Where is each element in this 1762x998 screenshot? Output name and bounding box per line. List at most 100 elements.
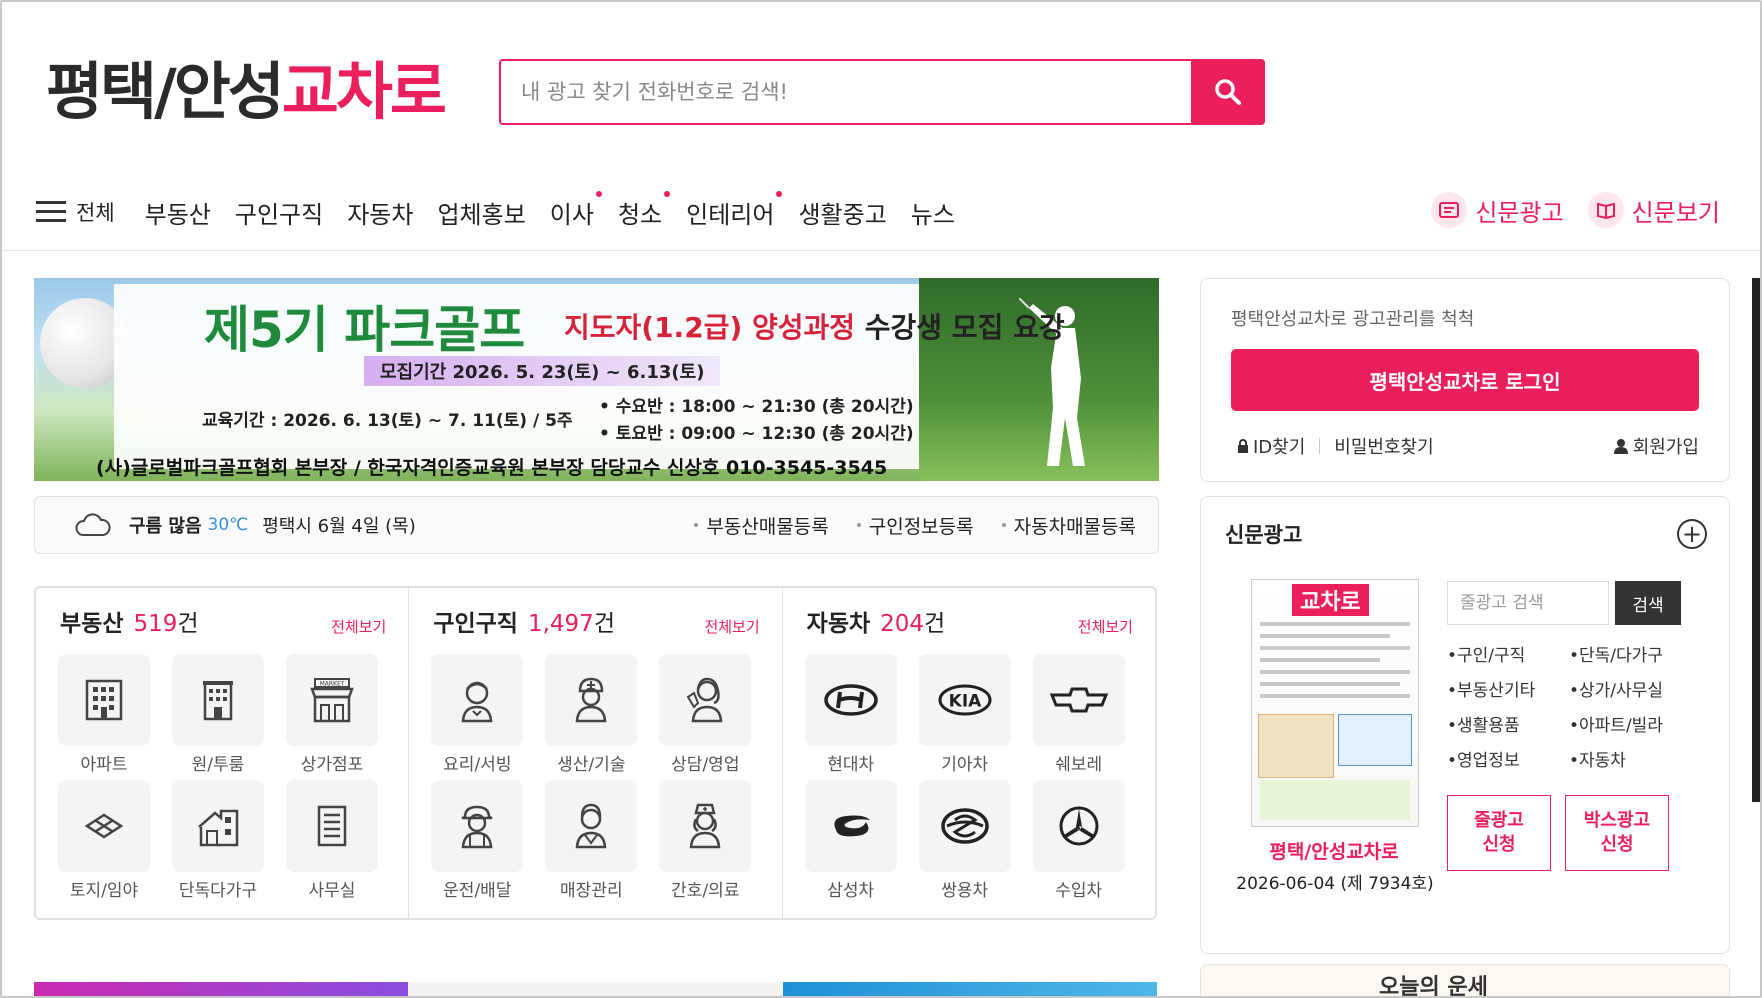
banner-subtitle: 지도자(1.2급) 양성과정 수강생 모집 요강 — [564, 311, 1065, 344]
category-item-hyundai[interactable]: 현대차 — [804, 654, 897, 775]
newspaper-view-label: 신문보기 — [1631, 198, 1720, 227]
category-item-production[interactable]: 생산/기술 — [545, 654, 638, 775]
fortune-title: 오늘의 운세 — [1379, 975, 1488, 998]
land-icon — [84, 813, 124, 839]
svg-text:MARKET: MARKET — [320, 681, 345, 688]
nav-item-realestate[interactable]: 부동산 — [145, 195, 211, 230]
view-all-link[interactable]: 전체보기 — [331, 616, 386, 637]
newspaper-ads-title: 신문광고 — [1225, 523, 1303, 547]
nav-item-jobs[interactable]: 구인구직 — [235, 195, 323, 230]
nav-item-cleaning[interactable]: 청소 — [618, 190, 671, 230]
new-dot — [664, 190, 671, 197]
banner-period: 모집기간 2026. 5. 23(토) ~ 6.13(토) — [364, 356, 721, 386]
line-ad-search-input[interactable] — [1447, 581, 1609, 625]
category-item-kia[interactable]: KIA 기아차 — [918, 654, 1011, 775]
ad-category-item[interactable]: •아파트/빌라 — [1569, 711, 1691, 736]
all-menu-label: 전체 — [76, 201, 115, 225]
weather-temp: 30℃ — [207, 515, 249, 535]
driver-icon — [461, 805, 493, 849]
search-input[interactable] — [501, 61, 1191, 123]
apartment-icon — [85, 679, 123, 721]
register-car-link[interactable]: 자동차매물등록 — [1001, 512, 1136, 539]
book-icon — [1587, 192, 1624, 228]
view-all-link[interactable]: 전체보기 — [704, 616, 759, 637]
ssangyong-icon — [940, 808, 989, 844]
category-item-chevrolet[interactable]: 쉐보레 — [1032, 654, 1125, 775]
category-item-store[interactable]: MARKET 상가점포 — [286, 654, 378, 775]
line-ad-search-button[interactable]: 검색 — [1615, 581, 1681, 625]
nurse-icon — [689, 803, 721, 849]
category-item-cook[interactable]: 요리/서빙 — [431, 654, 524, 775]
divider — [1319, 438, 1321, 454]
nav-item-used[interactable]: 생활중고 — [798, 195, 886, 230]
search-bar — [499, 59, 1265, 125]
view-all-link[interactable]: 전체보기 — [1078, 616, 1133, 637]
category-item-ssangyong[interactable]: 쌍용차 — [918, 780, 1011, 901]
search-button[interactable] — [1191, 59, 1265, 125]
category-item-driver[interactable]: 운전/배달 — [431, 780, 524, 901]
building-icon — [203, 681, 233, 721]
category-header: 구인구직 1,497건 — [433, 611, 615, 637]
scrollbar[interactable] — [1752, 278, 1760, 802]
thumb-logo: 교차로 — [1292, 584, 1369, 616]
register-job-link[interactable]: 구인정보등록 — [856, 512, 974, 539]
category-item-sales[interactable]: 상담/영업 — [659, 654, 752, 775]
fortune-box[interactable]: 오늘의 운세 — [1200, 964, 1730, 998]
site-logo[interactable]: 평택/안성교차로 — [46, 52, 447, 132]
market-icon: MARKET — [310, 678, 354, 723]
ad-category-item[interactable]: •자동차 — [1569, 746, 1691, 771]
login-tagline: 평택안성교차로 광고관리를 척척 — [1231, 309, 1475, 330]
newspaper-ads-box: 신문광고 + 교차로 평택/안성교차로 2026-06-04 (제 7934호)… — [1200, 496, 1730, 954]
login-box: 평택안성교차로 광고관리를 척척 평택안성교차로 로그인 ID찾기 비밀번호찾기… — [1200, 278, 1730, 482]
find-id-link[interactable]: ID찾기 — [1253, 433, 1305, 459]
plus-icon[interactable]: + — [1677, 519, 1707, 549]
category-item-office[interactable]: 사무실 — [286, 780, 378, 901]
category-item-store-manager[interactable]: 매장관리 — [545, 780, 638, 901]
category-item-house[interactable]: 단독다가구 — [172, 780, 264, 901]
ad-category-item[interactable]: •생활용품 — [1447, 711, 1569, 736]
menu-icon — [36, 201, 66, 223]
cook-icon — [461, 681, 493, 723]
bottom-banners[interactable] — [34, 982, 1157, 996]
newspaper-icon — [1431, 192, 1468, 228]
category-item-samsung[interactable]: 삼성차 — [804, 780, 897, 901]
header-divider — [2, 250, 1760, 251]
line-ad-apply-button[interactable]: 줄광고 신청 — [1447, 795, 1551, 871]
ad-category-item[interactable]: •부동산기타 — [1447, 676, 1569, 701]
new-dot — [776, 190, 783, 197]
find-password-link[interactable]: 비밀번호찾기 — [1334, 433, 1433, 459]
ad-category-item[interactable]: •단독/다가구 — [1569, 641, 1691, 666]
nav-item-moving[interactable]: 이사 — [550, 190, 602, 230]
box-ad-apply-button[interactable]: 박스광고 신청 — [1565, 795, 1669, 871]
category-realestate: 부동산519건 전체보기 아파트 원/투룸 MARKET 상가점포 토지/임야 — [36, 588, 410, 918]
all-menu-button[interactable]: 전체 — [36, 197, 115, 227]
nav-item-business[interactable]: 업체홍보 — [437, 195, 525, 230]
register-realestate-link[interactable]: 부동산매물등록 — [694, 512, 829, 539]
nav-item-cars[interactable]: 자동차 — [347, 195, 413, 230]
join-label: 회원가입 — [1632, 437, 1699, 458]
category-item-land[interactable]: 토지/임야 — [58, 780, 150, 901]
ad-banner[interactable]: 제5기 파크골프 지도자(1.2급) 양성과정 수강생 모집 요강 모집기간 2… — [34, 278, 1159, 481]
weather-condition: 구름 많음 — [129, 516, 202, 537]
newspaper-name[interactable]: 평택/안성교차로 — [1231, 837, 1437, 864]
nav-item-news[interactable]: 뉴스 — [911, 195, 955, 230]
weather-place: 평택시 6월 4일 (목) — [262, 516, 416, 537]
category-item-import[interactable]: 수입차 — [1032, 780, 1125, 901]
join-link[interactable]: 회원가입 — [1613, 433, 1699, 459]
weather-bar: 구름 많음 30℃ 평택시 6월 4일 (목) 부동산매물등록 구인정보등록 자… — [34, 496, 1159, 554]
category-item-oneroom[interactable]: 원/투룸 — [172, 654, 264, 775]
category-item-nurse[interactable]: 간호/의료 — [659, 780, 752, 901]
ad-category-item[interactable]: •구인/구직 — [1447, 641, 1569, 666]
kia-icon: KIA — [938, 684, 992, 716]
consultant-icon — [686, 677, 723, 723]
newspaper-view-link[interactable]: 신문보기 — [1587, 192, 1720, 228]
nav-item-interior[interactable]: 인테리어 — [686, 190, 783, 230]
login-button[interactable]: 평택안성교차로 로그인 — [1231, 349, 1699, 411]
newspaper-thumbnail[interactable]: 교차로 — [1251, 579, 1419, 827]
ad-category-item[interactable]: •상가/사무실 — [1569, 676, 1691, 701]
ad-category-item[interactable]: •영업정보 — [1447, 746, 1569, 771]
newspaper-ad-link[interactable]: 신문광고 — [1431, 192, 1564, 228]
quick-register-links: 부동산매물등록 구인정보등록 자동차매물등록 — [666, 512, 1136, 539]
banner-footer: (사)글로벌파크골프협회 본부장 / 한국자격인증교육원 본부장 담당교수 신상… — [96, 457, 888, 479]
category-item-apartment[interactable]: 아파트 — [58, 654, 150, 775]
